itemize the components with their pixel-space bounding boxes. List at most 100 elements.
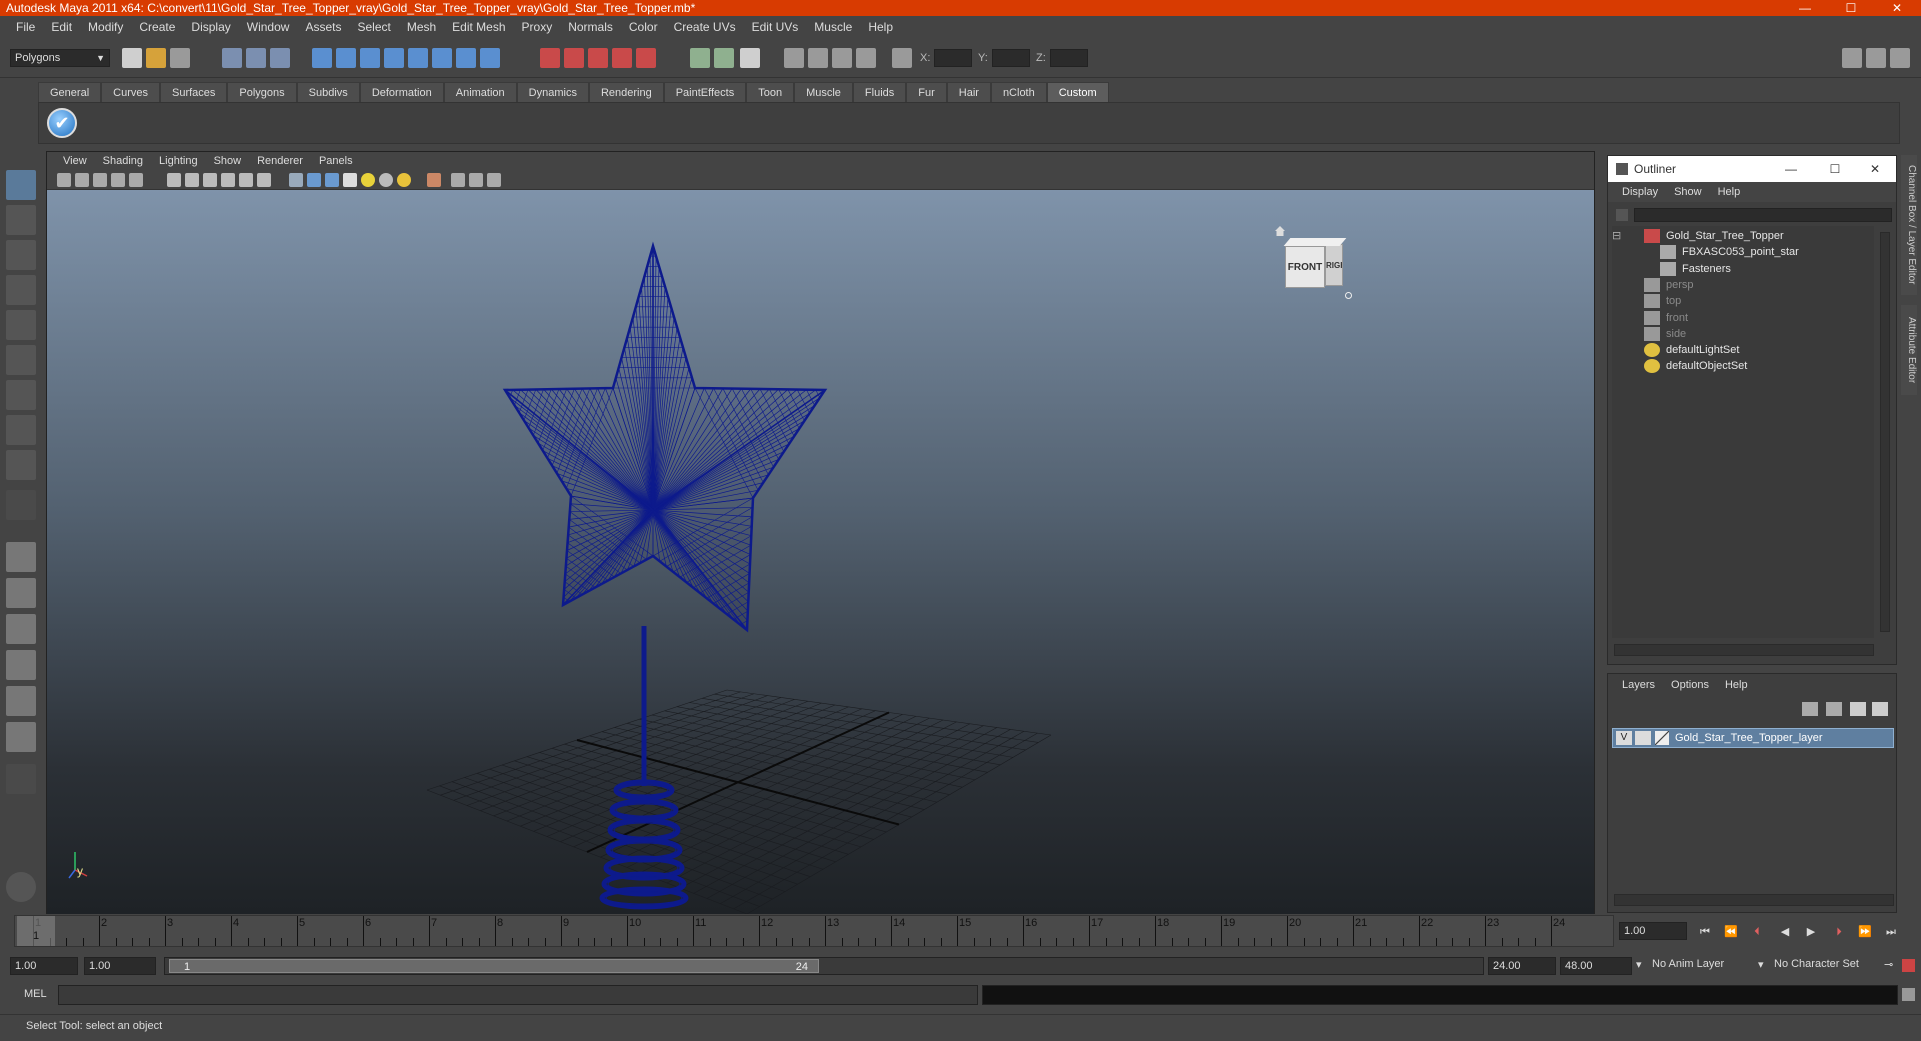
mel-input[interactable] bbox=[58, 985, 978, 1005]
shelf-tab-dynamics[interactable]: Dynamics bbox=[516, 82, 589, 102]
uv-editor-icon[interactable] bbox=[784, 48, 804, 68]
menu-create-uvs[interactable]: Create UVs bbox=[666, 20, 744, 34]
playback-start-field[interactable]: 1.00 bbox=[84, 957, 156, 975]
tool-settings-toggle-icon[interactable] bbox=[1866, 48, 1886, 68]
select-hierarchy-icon[interactable] bbox=[222, 48, 242, 68]
shelf-tab-general[interactable]: General bbox=[38, 82, 102, 102]
last-tool-icon[interactable] bbox=[6, 490, 36, 520]
paint-icon[interactable] bbox=[832, 48, 852, 68]
layer-playback-toggle[interactable] bbox=[1635, 731, 1651, 745]
layout-graph-icon[interactable] bbox=[6, 650, 36, 680]
menu-set-dropdown[interactable]: Polygons ▼ bbox=[10, 49, 110, 67]
shelf-tab-subdivs[interactable]: Subdivs bbox=[296, 82, 360, 102]
new-layer-selected-icon[interactable] bbox=[1872, 702, 1888, 716]
preferences-icon[interactable] bbox=[1902, 959, 1915, 972]
menu-muscle[interactable]: Muscle bbox=[806, 20, 860, 34]
chevron-down-icon[interactable]: ▾ bbox=[1758, 958, 1764, 971]
bookmark-icon[interactable] bbox=[93, 173, 107, 187]
viewport-menu-lighting[interactable]: Lighting bbox=[151, 155, 206, 167]
delete-layer-icon[interactable] bbox=[1802, 702, 1818, 716]
layout-outliner-icon[interactable] bbox=[6, 614, 36, 644]
menu-edit[interactable]: Edit bbox=[43, 20, 80, 34]
ik-icon[interactable] bbox=[856, 48, 876, 68]
viewport-menu-shading[interactable]: Shading bbox=[95, 155, 151, 167]
layer-order-icon[interactable] bbox=[1826, 702, 1842, 716]
textured-icon[interactable] bbox=[343, 173, 357, 187]
menu-edit-uvs[interactable]: Edit UVs bbox=[744, 20, 807, 34]
query-icon[interactable] bbox=[480, 48, 500, 68]
outliner-menu-show[interactable]: Show bbox=[1666, 186, 1710, 198]
outliner-menu-help[interactable]: Help bbox=[1710, 186, 1749, 198]
viewcube-top[interactable] bbox=[1283, 238, 1347, 246]
layer-row[interactable]: V Gold_Star_Tree_Topper_layer bbox=[1612, 728, 1894, 748]
menu-help[interactable]: Help bbox=[860, 20, 901, 34]
rotate-tool-icon[interactable] bbox=[6, 310, 36, 340]
film-gate-icon[interactable] bbox=[167, 173, 181, 187]
viewcube-face-right[interactable]: RIGHT bbox=[1325, 244, 1343, 286]
attribute-editor-toggle-icon[interactable] bbox=[1842, 48, 1862, 68]
construction-icon[interactable] bbox=[456, 48, 476, 68]
end-time-field[interactable]: 48.00 bbox=[1560, 957, 1632, 975]
shelf-tab-fur[interactable]: Fur bbox=[906, 82, 947, 102]
step-back-icon[interactable]: ⏪ bbox=[1723, 924, 1739, 940]
grid-toggle-icon[interactable] bbox=[129, 173, 143, 187]
menu-mesh[interactable]: Mesh bbox=[399, 20, 444, 34]
graph-editor-icon[interactable] bbox=[808, 48, 828, 68]
default-light-icon[interactable] bbox=[361, 173, 375, 187]
xray-icon[interactable] bbox=[451, 173, 465, 187]
layout-hypershade-icon[interactable] bbox=[6, 686, 36, 716]
menu-create[interactable]: Create bbox=[131, 20, 183, 34]
outliner-minimize-button[interactable]: — bbox=[1776, 156, 1806, 182]
layout-more-icon[interactable] bbox=[6, 764, 36, 794]
layout-single-icon[interactable] bbox=[6, 542, 36, 572]
go-to-end-icon[interactable]: ⏭ bbox=[1883, 924, 1899, 940]
paint-select-tool-icon[interactable] bbox=[6, 240, 36, 270]
menu-edit-mesh[interactable]: Edit Mesh bbox=[444, 20, 513, 34]
layout-four-icon[interactable] bbox=[6, 578, 36, 608]
panel-icon[interactable] bbox=[740, 48, 760, 68]
snap-live-icon[interactable] bbox=[408, 48, 428, 68]
range-slider[interactable]: 1 24 bbox=[164, 957, 1484, 975]
shelf-tab-ncloth[interactable]: nCloth bbox=[990, 82, 1047, 102]
share-icon[interactable] bbox=[487, 173, 501, 187]
new-scene-icon[interactable] bbox=[122, 48, 142, 68]
shelf-tab-polygons[interactable]: Polygons bbox=[227, 82, 297, 102]
snap-point-icon[interactable] bbox=[360, 48, 380, 68]
shelf-tab-animation[interactable]: Animation bbox=[443, 82, 517, 102]
select-object-icon[interactable] bbox=[246, 48, 266, 68]
render-view-icon[interactable] bbox=[636, 48, 656, 68]
viewcube[interactable]: FRONT RIGHT bbox=[1275, 222, 1352, 302]
start-time-field[interactable]: 1.00 bbox=[10, 957, 78, 975]
close-button[interactable]: ✕ bbox=[1874, 0, 1920, 16]
shelf-tab-rendering[interactable]: Rendering bbox=[588, 82, 664, 102]
menu-proxy[interactable]: Proxy bbox=[514, 20, 561, 34]
character-set-dropdown[interactable]: No Character Set bbox=[1774, 958, 1859, 970]
viewport-menu-renderer[interactable]: Renderer bbox=[249, 155, 311, 167]
menu-display[interactable]: Display bbox=[183, 20, 238, 34]
range-slider-handle[interactable]: 1 24 bbox=[169, 959, 819, 973]
y-field[interactable] bbox=[992, 49, 1030, 67]
gate-mask-icon[interactable] bbox=[203, 173, 217, 187]
menu-window[interactable]: Window bbox=[239, 20, 298, 34]
open-scene-icon[interactable] bbox=[146, 48, 166, 68]
select-component-icon[interactable] bbox=[270, 48, 290, 68]
x-field[interactable] bbox=[934, 49, 972, 67]
input-line-icon[interactable] bbox=[690, 48, 710, 68]
shelf-tab-custom[interactable]: Custom bbox=[1046, 82, 1109, 102]
layer-color-swatch[interactable] bbox=[1655, 731, 1669, 745]
layer-visibility-toggle[interactable]: V bbox=[1616, 731, 1632, 745]
channel-box-tab[interactable]: Channel Box / Layer Editor bbox=[1901, 155, 1917, 295]
camera-attributes-icon[interactable] bbox=[75, 173, 89, 187]
go-to-start-icon[interactable]: ⏮ bbox=[1697, 924, 1713, 940]
shelf-tab-muscle[interactable]: Muscle bbox=[794, 82, 853, 102]
outliner-filter-toggle[interactable] bbox=[1616, 209, 1628, 221]
outliner-vertical-scrollbar[interactable] bbox=[1880, 232, 1890, 632]
minimize-button[interactable]: — bbox=[1782, 0, 1828, 16]
wireframe-on-shaded-icon[interactable] bbox=[325, 173, 339, 187]
all-lights-icon[interactable] bbox=[379, 173, 393, 187]
key-icon[interactable]: ⊸ bbox=[1884, 958, 1893, 971]
history-icon[interactable] bbox=[432, 48, 452, 68]
outliner-maximize-button[interactable]: ☐ bbox=[1820, 156, 1850, 182]
step-forward-key-icon[interactable]: ⏵ bbox=[1831, 924, 1847, 940]
lasso-tool-icon[interactable] bbox=[6, 205, 36, 235]
